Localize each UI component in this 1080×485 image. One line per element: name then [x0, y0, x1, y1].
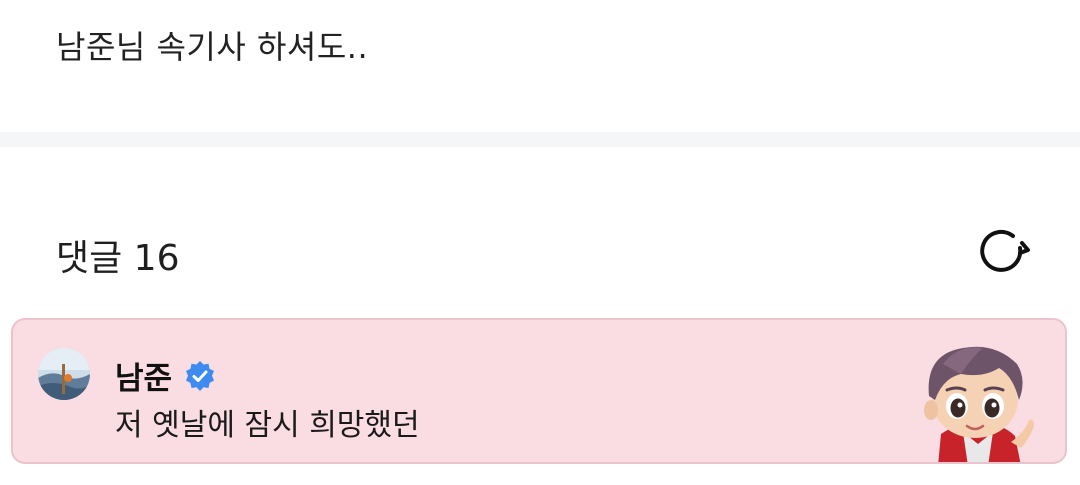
comment-text: 저 옛날에 잠시 희망했던	[115, 408, 420, 443]
author-name: 남준	[115, 361, 173, 397]
comments-count-title: 댓글 16	[56, 238, 180, 279]
pinned-comment-card[interactable]: 남준 저 옛날에 잠시 희망했던	[11, 318, 1067, 464]
comments-header: 댓글 16	[0, 147, 1080, 317]
character-sticker-icon	[924, 346, 1034, 462]
post-body: 남준님 속기사 하셔도..	[0, 0, 1080, 132]
comment-author: 남준	[115, 353, 216, 398]
avatar-image	[38, 348, 90, 400]
refresh-button[interactable]	[970, 219, 1036, 285]
post-text: 남준님 속기사 하셔도..	[56, 28, 369, 66]
refresh-icon	[980, 229, 1030, 272]
verified-badge-icon	[186, 360, 215, 391]
section-divider	[0, 132, 1080, 147]
avatar[interactable]	[38, 348, 90, 400]
